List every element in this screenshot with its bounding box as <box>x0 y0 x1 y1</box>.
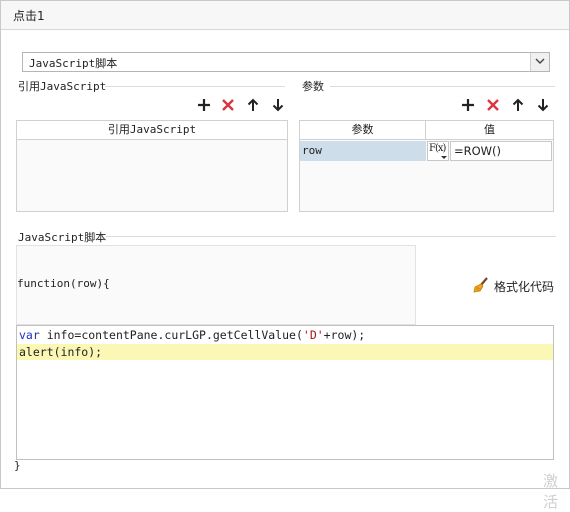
move-up-icon <box>247 98 259 111</box>
script-type-value: JavaScript脚本 <box>29 57 118 70</box>
ref-js-column-header[interactable]: 引用JavaScript <box>17 121 287 140</box>
script-section-label: JavaScript脚本 <box>18 231 107 244</box>
format-code-label: 格式化代码 <box>494 280 555 294</box>
ref-js-table[interactable]: 引用JavaScript <box>16 120 288 212</box>
script-divider <box>106 236 556 237</box>
delete-icon <box>222 99 234 111</box>
param-move-down-button[interactable] <box>535 97 551 113</box>
dialog-title: 点击1 <box>13 9 45 23</box>
params-divider <box>330 86 555 87</box>
move-down-icon <box>272 99 284 112</box>
param-delete-button[interactable] <box>485 97 501 113</box>
formula-button[interactable]: F(x) <box>427 141 449 161</box>
params-table[interactable]: 参数 值 row F(x) =ROW() <box>299 120 554 212</box>
code-editor[interactable]: var info=contentPane.curLGP.getCellValue… <box>16 325 554 460</box>
add-icon <box>198 99 210 111</box>
dropdown-arrow-icon <box>535 58 545 64</box>
table-row[interactable]: row F(x) =ROW() <box>300 141 553 161</box>
ref-js-divider <box>105 86 285 87</box>
param-value-cell[interactable]: =ROW() <box>450 141 552 161</box>
function-signature: function(row){ <box>17 277 110 290</box>
code-line-highlighted[interactable]: alert(info); <box>17 344 553 360</box>
script-type-select[interactable]: JavaScript脚本 <box>22 52 550 72</box>
ref-move-up-button[interactable] <box>245 97 261 113</box>
param-add-button[interactable] <box>460 97 476 113</box>
broom-icon <box>473 277 488 293</box>
move-down-icon <box>537 99 549 112</box>
params-column-value[interactable]: 值 <box>426 121 553 140</box>
add-icon <box>462 99 474 111</box>
closing-brace: } <box>14 459 21 472</box>
formula-icon: F(x) <box>429 143 446 154</box>
delete-icon <box>487 99 499 111</box>
ref-add-button[interactable] <box>196 97 212 113</box>
activation-watermark: 激活 <box>543 472 559 511</box>
params-column-name[interactable]: 参数 <box>300 121 426 140</box>
param-name-cell[interactable]: row <box>300 141 426 161</box>
ref-js-section-label: 引用JavaScript <box>18 80 107 93</box>
ref-delete-button[interactable] <box>220 97 236 113</box>
function-signature-area: function(row){ <box>16 245 416 325</box>
dropdown-arrow-icon <box>441 156 447 159</box>
param-move-up-button[interactable] <box>510 97 526 113</box>
ref-move-down-button[interactable] <box>270 97 286 113</box>
script-type-dropdown-button[interactable] <box>530 53 549 71</box>
params-section-label: 参数 <box>302 80 324 93</box>
dialog-title-bar: 点击1 <box>0 0 570 30</box>
move-up-icon <box>512 98 524 111</box>
code-line[interactable]: var info=contentPane.curLGP.getCellValue… <box>19 327 551 343</box>
